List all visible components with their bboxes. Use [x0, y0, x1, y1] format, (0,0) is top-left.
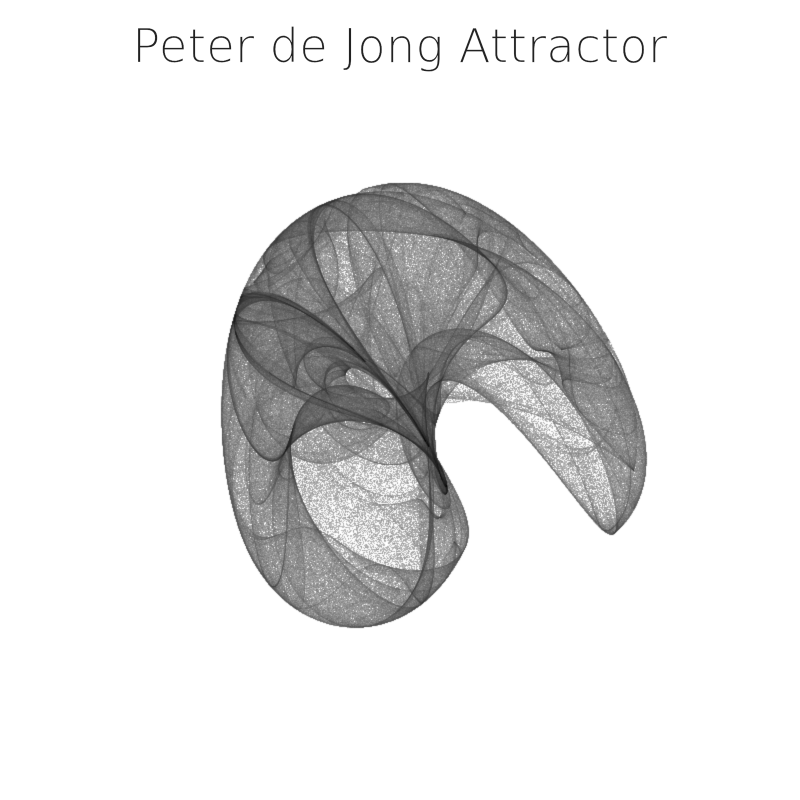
page-title: Peter de Jong Attractor — [132, 19, 668, 73]
attractor-image — [0, 0, 800, 800]
attractor-canvas — [0, 0, 800, 800]
page: Peter de Jong Attractor — [0, 0, 800, 800]
